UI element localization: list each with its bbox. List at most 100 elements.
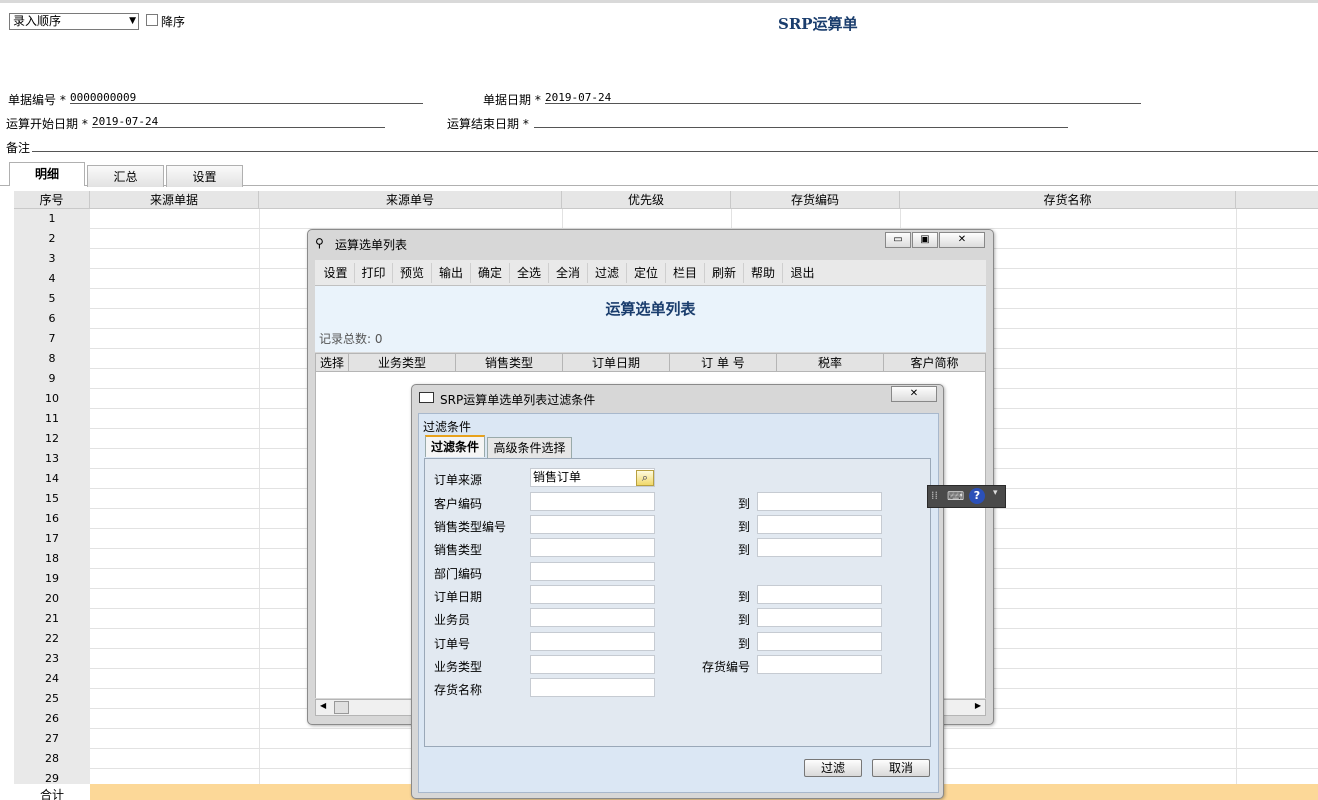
col-source-doc[interactable]: 来源单据 xyxy=(90,191,259,209)
toolbar-preview-button[interactable]: 预览 xyxy=(393,263,432,283)
sort-order-select[interactable]: 录入顺序 ▼ xyxy=(9,13,139,30)
sales-type-from-input[interactable] xyxy=(530,538,655,557)
row-number: 23 xyxy=(45,652,59,665)
row-number: 26 xyxy=(45,712,59,725)
ime-toolbar[interactable]: ⁞⁞ ⌨ ? ▾ xyxy=(927,485,1006,508)
start-date-underline xyxy=(92,127,385,128)
descending-checkbox[interactable] xyxy=(146,14,158,26)
keyboard-icon[interactable]: ⌨ xyxy=(947,489,964,503)
sales-type-code-from-input[interactable] xyxy=(530,515,655,534)
toolbar-help-button[interactable]: 帮助 xyxy=(744,263,783,283)
close-button[interactable]: ✕ xyxy=(939,232,985,248)
tab-settings[interactable]: 设置 xyxy=(166,165,243,187)
toolbar-confirm-button[interactable]: 确定 xyxy=(471,263,510,283)
row-number: 22 xyxy=(45,632,59,645)
toolbar-settings-button[interactable]: 设置 xyxy=(317,263,355,283)
total-label: 合计 xyxy=(39,788,64,800)
inventory-name-label: 存货名称 xyxy=(434,683,483,697)
dept-code-label: 部门编码 xyxy=(434,567,483,581)
col-priority[interactable]: 优先级 xyxy=(562,191,731,209)
order-no-to-input[interactable] xyxy=(757,632,882,651)
grip-icon[interactable]: ⁞⁞ xyxy=(931,489,938,502)
dept-code-input[interactable] xyxy=(530,562,655,581)
cancel-button[interactable]: 取消 xyxy=(872,759,930,777)
row-number: 6 xyxy=(48,312,56,325)
customer-code-to-input[interactable] xyxy=(757,492,882,511)
help-icon[interactable]: ? xyxy=(969,488,985,504)
to-label: 到 xyxy=(738,613,751,627)
salesperson-from-input[interactable] xyxy=(530,608,655,627)
toolbar-refresh-button[interactable]: 刷新 xyxy=(705,263,744,283)
col-inventory-name[interactable]: 存货名称 xyxy=(900,191,1236,209)
row-number: 18 xyxy=(45,552,59,565)
remark-label: 备注 xyxy=(6,141,31,155)
list-col-tax-rate[interactable]: 税率 xyxy=(777,354,884,372)
tab-filter-conditions[interactable]: 过滤条件 xyxy=(425,435,485,457)
customer-code-from-input[interactable] xyxy=(530,492,655,511)
restore-button[interactable]: ▣ xyxy=(912,232,938,248)
minimize-button[interactable]: ▭ xyxy=(885,232,911,248)
link-icon: ⚲ xyxy=(315,236,324,250)
dialog-close-button[interactable]: ✕ xyxy=(891,386,937,402)
row-number: 19 xyxy=(45,572,59,585)
row-number: 14 xyxy=(45,472,59,485)
remark-input[interactable] xyxy=(32,151,1318,152)
list-col-order-no[interactable]: 订 单 号 xyxy=(670,354,777,372)
toolbar-deselect-all-button[interactable]: 全消 xyxy=(549,263,588,283)
toolbar-exit-button[interactable]: 退出 xyxy=(783,263,822,283)
salesperson-to-input[interactable] xyxy=(757,608,882,627)
search-icon[interactable]: ⌕ xyxy=(636,470,654,486)
col-inventory-code[interactable]: 存货编码 xyxy=(731,191,900,209)
options-icon[interactable]: ▾ xyxy=(993,488,998,498)
list-toolbar: 设置 打印 预览 输出 确定 全选 全消 过滤 定位 栏目 刷新 帮助 退出 xyxy=(315,260,986,286)
salesperson-label: 业务员 xyxy=(434,613,471,627)
row-number: 17 xyxy=(45,532,59,545)
row-number: 8 xyxy=(48,352,56,365)
col-source-no[interactable]: 来源单号 xyxy=(259,191,562,209)
tab-advanced-conditions[interactable]: 高级条件选择 xyxy=(487,437,572,459)
list-col-sales-type[interactable]: 销售类型 xyxy=(456,354,563,372)
sales-type-to-input[interactable] xyxy=(757,538,882,557)
order-date-from-input[interactable] xyxy=(530,585,655,604)
toolbar-export-button[interactable]: 输出 xyxy=(432,263,471,283)
tab-summary[interactable]: 汇总 xyxy=(87,165,164,187)
doc-date-underline xyxy=(545,103,1141,104)
to-label: 到 xyxy=(738,543,751,557)
end-date-underline xyxy=(534,127,1068,128)
toolbar-columns-button[interactable]: 栏目 xyxy=(666,263,705,283)
scroll-right-icon[interactable]: ▶ xyxy=(975,701,981,710)
sales-type-code-to-input[interactable] xyxy=(757,515,882,534)
inventory-name-input[interactable] xyxy=(530,678,655,697)
list-col-customer[interactable]: 客户简称 xyxy=(884,354,985,372)
row-number: 21 xyxy=(45,612,59,625)
toolbar-print-button[interactable]: 打印 xyxy=(355,263,393,283)
order-date-to-input[interactable] xyxy=(757,585,882,604)
tab-detail[interactable]: 明细 xyxy=(9,162,85,186)
row-number: 27 xyxy=(45,732,59,745)
to-label: 到 xyxy=(738,637,751,651)
top-border xyxy=(0,0,1318,3)
scroll-thumb[interactable] xyxy=(334,701,349,714)
business-type-input[interactable] xyxy=(530,655,655,674)
list-heading: 运算选单列表 xyxy=(605,300,696,318)
scroll-left-icon[interactable]: ◀ xyxy=(320,701,326,710)
grid-col-line xyxy=(1236,209,1237,784)
filter-dialog-title: SRP运算单选单列表过滤条件 xyxy=(440,393,596,407)
inventory-no-input[interactable] xyxy=(757,655,882,674)
list-col-order-date[interactable]: 订单日期 xyxy=(563,354,670,372)
customer-code-label: 客户编码 xyxy=(434,497,483,511)
list-col-select[interactable]: 选择 xyxy=(316,354,349,372)
filter-button[interactable]: 过滤 xyxy=(804,759,862,777)
col-seq[interactable]: 序号 xyxy=(14,191,90,209)
row-number: 25 xyxy=(45,692,59,705)
toolbar-locate-button[interactable]: 定位 xyxy=(627,263,666,283)
toolbar-filter-button[interactable]: 过滤 xyxy=(588,263,627,283)
list-col-business-type[interactable]: 业务类型 xyxy=(349,354,456,372)
inventory-no-label: 存货编号 xyxy=(702,660,751,674)
row-number: 1 xyxy=(48,212,56,225)
row-number: 16 xyxy=(45,512,59,525)
sort-order-value: 录入顺序 xyxy=(13,14,62,28)
order-no-from-input[interactable] xyxy=(530,632,655,651)
list-window-title: 运算选单列表 xyxy=(335,238,408,252)
toolbar-select-all-button[interactable]: 全选 xyxy=(510,263,549,283)
